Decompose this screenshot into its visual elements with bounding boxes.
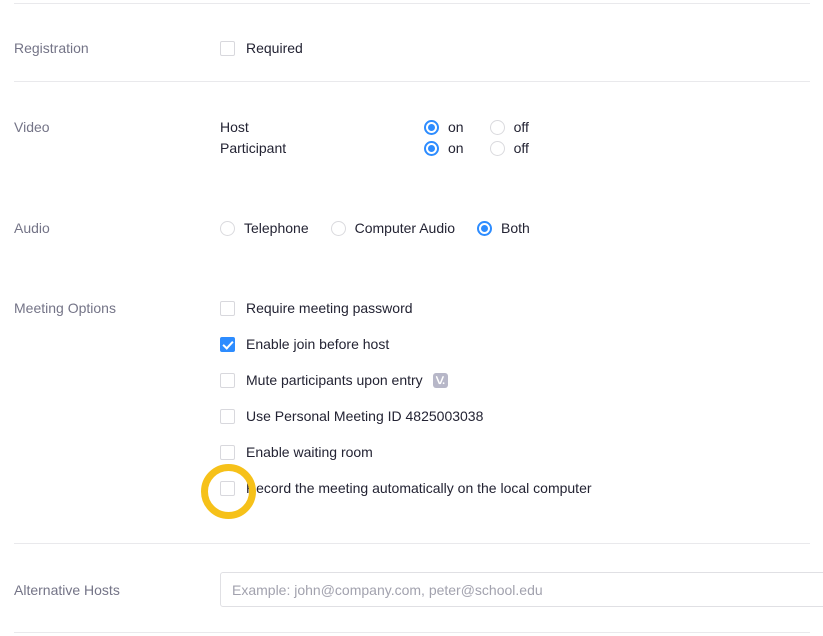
audio-both-radio[interactable]: Both	[477, 218, 530, 238]
video-participant-name: Participant	[220, 140, 287, 156]
require-meeting-password-label: Require meeting password	[246, 300, 413, 316]
audio-label: Audio	[14, 220, 50, 236]
audio-telephone-radio[interactable]: Telephone	[220, 218, 309, 238]
meeting-settings-panel: Registration Required Video Host Partici…	[0, 0, 823, 636]
registration-required-checkbox[interactable]: Required	[220, 38, 303, 58]
enable-join-before-host-label: Enable join before host	[246, 336, 390, 352]
video-participant-on-label: on	[448, 140, 464, 156]
video-participant-name-wrap: Participant	[220, 138, 286, 159]
audio-radio-group: Telephone Computer Audio Both	[220, 218, 530, 238]
video-host-radio-group: on off	[424, 117, 529, 137]
record-meeting-automatically-label: Record the meeting automatically on the …	[246, 480, 592, 496]
checkbox-box-icon[interactable]	[220, 40, 235, 56]
registration-required-label: Required	[246, 40, 303, 56]
video-participant-off-radio[interactable]: off	[489, 138, 529, 158]
divider-options-alternative-hosts	[14, 543, 810, 544]
divider-top	[14, 3, 810, 4]
radio-unselected-icon[interactable]	[489, 119, 505, 135]
checkbox-box-icon[interactable]	[220, 372, 235, 388]
mute-participants-upon-entry-checkbox[interactable]: Mute participants upon entry	[220, 370, 592, 390]
video-participant-off-label: off	[513, 140, 529, 156]
use-personal-meeting-id-checkbox[interactable]: Use Personal Meeting ID 4825003038	[220, 406, 592, 426]
divider-bottom	[14, 632, 810, 633]
checkbox-box-icon[interactable]	[220, 408, 235, 424]
license-badge-icon	[432, 372, 448, 388]
registration-label: Registration	[14, 40, 89, 56]
video-host-on-radio[interactable]: on	[424, 117, 464, 137]
checkbox-box-icon[interactable]	[220, 444, 235, 460]
radio-unselected-icon[interactable]	[330, 220, 346, 236]
audio-both-label: Both	[501, 220, 530, 236]
enable-waiting-room-checkbox[interactable]: Enable waiting room	[220, 442, 592, 462]
meeting-options-label: Meeting Options	[14, 300, 116, 316]
video-host-name: Host	[220, 119, 249, 135]
checkbox-box-icon[interactable]	[220, 300, 235, 316]
alternative-hosts-label: Alternative Hosts	[14, 582, 120, 598]
video-host-name-wrap: Host	[220, 117, 249, 138]
checkbox-checked-icon[interactable]	[220, 336, 235, 352]
video-host-on-label: on	[448, 119, 464, 135]
radio-unselected-icon[interactable]	[489, 140, 505, 156]
audio-computer-audio-radio[interactable]: Computer Audio	[330, 218, 456, 238]
record-meeting-automatically-checkbox[interactable]: Record the meeting automatically on the …	[220, 478, 592, 498]
radio-selected-icon[interactable]	[424, 119, 439, 135]
video-host-off-label: off	[513, 119, 529, 135]
video-participant-on-radio[interactable]: on	[424, 138, 464, 158]
alternative-hosts-input[interactable]	[220, 572, 823, 607]
use-personal-meeting-id-label: Use Personal Meeting ID 4825003038	[246, 408, 484, 424]
divider-registration-video	[14, 81, 810, 82]
enable-waiting-room-label: Enable waiting room	[246, 444, 373, 460]
checkbox-box-icon[interactable]	[220, 480, 235, 496]
require-meeting-password-checkbox[interactable]: Require meeting password	[220, 298, 592, 318]
registration-field: Required	[220, 38, 303, 58]
video-host-off-radio[interactable]: off	[489, 117, 529, 137]
meeting-options-list: Require meeting password Enable join bef…	[220, 298, 592, 498]
audio-telephone-label: Telephone	[244, 220, 309, 236]
audio-computer-audio-label: Computer Audio	[354, 220, 456, 236]
enable-join-before-host-checkbox[interactable]: Enable join before host	[220, 334, 592, 354]
radio-unselected-icon[interactable]	[220, 220, 235, 236]
radio-selected-icon[interactable]	[477, 220, 493, 236]
video-participant-radio-group: on off	[424, 138, 529, 158]
radio-selected-icon[interactable]	[424, 140, 439, 156]
mute-participants-upon-entry-label: Mute participants upon entry	[246, 372, 423, 388]
video-label: Video	[14, 119, 50, 135]
